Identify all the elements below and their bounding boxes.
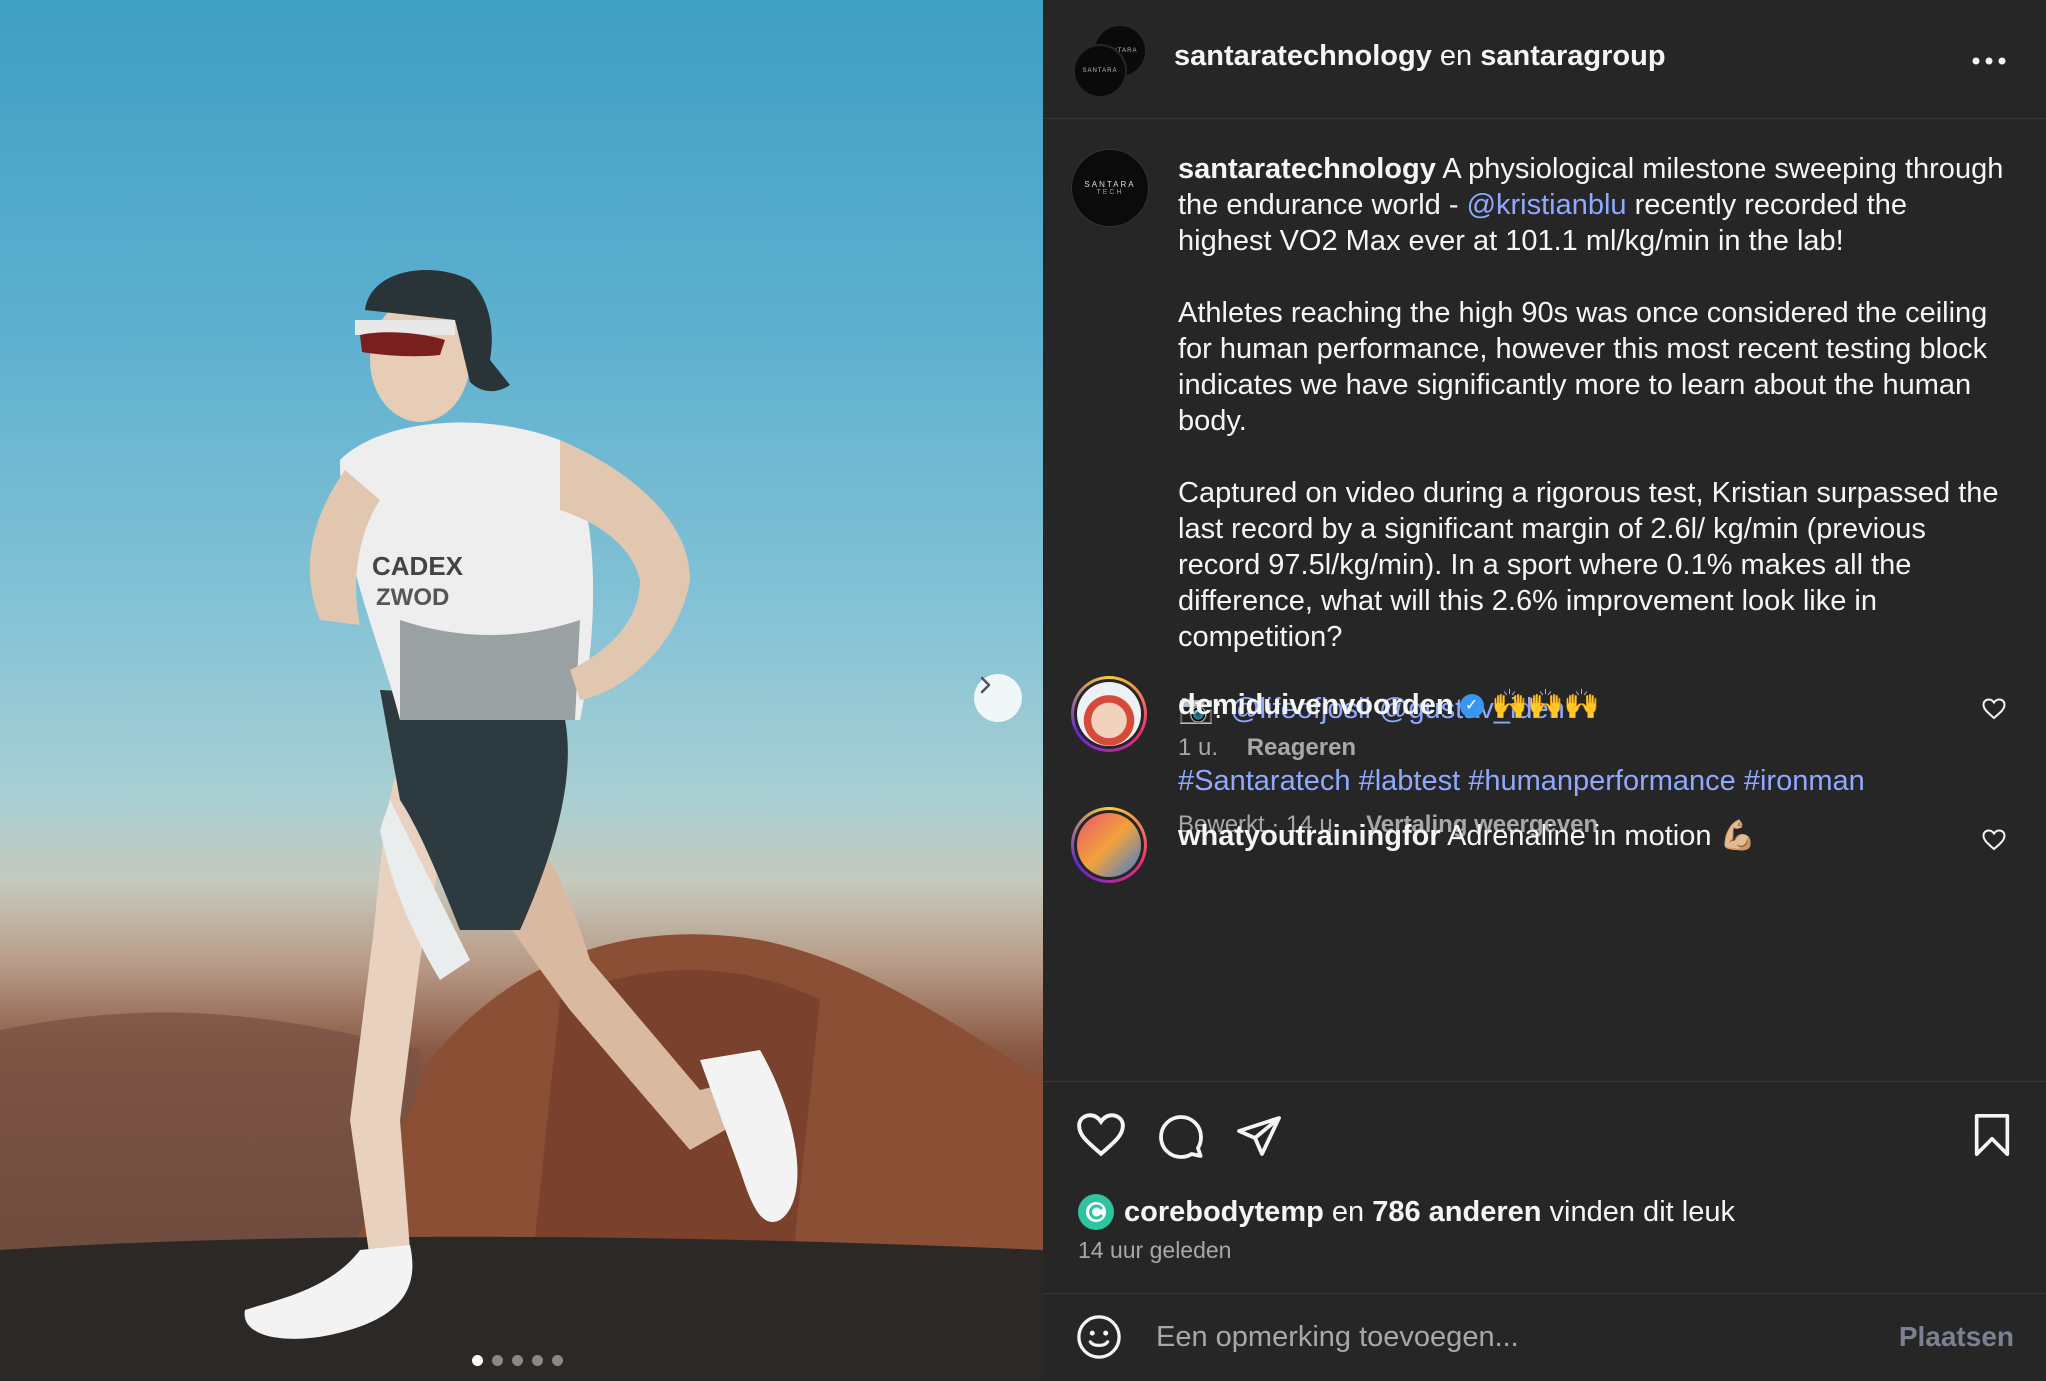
author-link[interactable]: santaratechnology xyxy=(1174,40,1432,72)
caption-paragraph: Captured on video during a rigorous test… xyxy=(1178,477,1999,653)
likes-suffix: vinden dit leuk xyxy=(1549,1195,1735,1228)
share-button[interactable] xyxy=(1235,1112,1283,1165)
bookmark-icon xyxy=(1974,1114,2010,1156)
reply-button[interactable]: Reageren xyxy=(1247,734,1356,761)
authors-joiner: en xyxy=(1439,40,1473,72)
svg-text:ZWOD: ZWOD xyxy=(376,584,449,611)
comment-like-button[interactable] xyxy=(1982,829,2006,856)
corebodytemp-logo-icon xyxy=(1086,1202,1106,1222)
carousel-dot xyxy=(512,1355,523,1366)
comment-text: 🙌🙌🙌 xyxy=(1491,689,1600,721)
avatar[interactable] xyxy=(1071,807,1147,883)
comment-like-button[interactable] xyxy=(1982,698,2006,725)
caption-paragraph: Athletes reaching the high 90s was once … xyxy=(1178,297,1988,437)
like-button[interactable] xyxy=(1076,1112,1126,1163)
liker-username[interactable]: corebodytemp xyxy=(1124,1196,1324,1229)
more-icon xyxy=(1972,57,2006,65)
collab-avatars[interactable]: SANTARA SANTARA xyxy=(1073,24,1147,98)
carousel-dot xyxy=(532,1355,543,1366)
post-caption: santaratechnology A physiological milest… xyxy=(1178,151,2008,835)
post-authors: santaratechnology en santaragroup xyxy=(1174,40,1666,73)
emoji-icon xyxy=(1077,1315,1121,1359)
comment-time: 1 u. xyxy=(1178,734,1219,761)
more-options-button[interactable] xyxy=(1972,44,2006,65)
comment-meta: 1 u. Reageren xyxy=(1178,734,1356,762)
author-link[interactable]: santaragroup xyxy=(1480,40,1665,72)
mention-link[interactable]: @kristianblu xyxy=(1467,189,1627,221)
likes-joiner: en xyxy=(1331,1195,1365,1228)
comment-username[interactable]: demiduivenvoorden xyxy=(1178,689,1454,721)
post-media[interactable]: CADEX ZWOD xyxy=(0,0,1043,1380)
comment-body: demiduivenvoorden ✓ 🙌🙌🙌 xyxy=(1178,688,1600,722)
comments-scroll[interactable]: SANTARA TECH santaratechnology A physiol… xyxy=(1043,119,2046,1081)
svg-text:CADEX: CADEX xyxy=(372,551,464,581)
caption-username[interactable]: santaratechnology xyxy=(1178,153,1436,185)
heart-icon xyxy=(1077,1113,1125,1157)
chevron-right-icon xyxy=(980,676,991,694)
post-timestamp: 14 uur geleden xyxy=(1078,1237,1232,1263)
liker-avatar[interactable] xyxy=(1078,1194,1114,1230)
hashtags[interactable]: #Santaratech #labtest #humanperformance … xyxy=(1178,763,2008,799)
post-header: SANTARA SANTARA santaratechnology en san… xyxy=(1043,0,2046,119)
comment-button[interactable] xyxy=(1157,1112,1205,1165)
comment-body: whatyoutrainingfor Adrenaline in motion … xyxy=(1178,819,1756,853)
post-comment-button[interactable]: Plaatsen xyxy=(1899,1321,2014,1353)
likes-summary[interactable]: corebodytemp en 786 anderen vinden dit l… xyxy=(1078,1194,1735,1230)
carousel-indicator xyxy=(472,1355,563,1366)
heart-icon xyxy=(1982,698,2006,720)
heart-icon xyxy=(1982,829,2006,851)
carousel-dot xyxy=(472,1355,483,1366)
likes-count[interactable]: 786 anderen xyxy=(1372,1196,1541,1229)
avatar-text: TECH xyxy=(1096,189,1124,196)
emoji-button[interactable] xyxy=(1076,1314,1122,1365)
runner-photo: CADEX ZWOD xyxy=(0,270,1043,1380)
comment-composer: Een opmerking toevoegen... Plaatsen xyxy=(1043,1293,2046,1381)
carousel-dot xyxy=(552,1355,563,1366)
send-icon xyxy=(1237,1116,1281,1156)
post-actions: corebodytemp en 786 anderen vinden dit l… xyxy=(1043,1081,2046,1294)
next-slide-button[interactable] xyxy=(974,674,1022,722)
carousel-dot xyxy=(492,1355,503,1366)
avatar-text: SANTARA xyxy=(1084,180,1136,189)
verified-badge-icon: ✓ xyxy=(1459,694,1484,719)
save-button[interactable] xyxy=(1971,1112,2013,1163)
comment-text: Adrenaline in motion 💪🏼 xyxy=(1447,820,1756,852)
avatar[interactable]: SANTARA xyxy=(1073,44,1127,98)
avatar[interactable]: SANTARA TECH xyxy=(1071,149,1149,227)
comment-icon xyxy=(1159,1115,1203,1159)
avatar[interactable] xyxy=(1071,676,1147,752)
comment-input[interactable]: Een opmerking toevoegen... xyxy=(1156,1321,1519,1354)
post-panel: SANTARA SANTARA santaratechnology en san… xyxy=(1043,0,2046,1380)
comment-username[interactable]: whatyoutrainingfor xyxy=(1178,820,1441,852)
